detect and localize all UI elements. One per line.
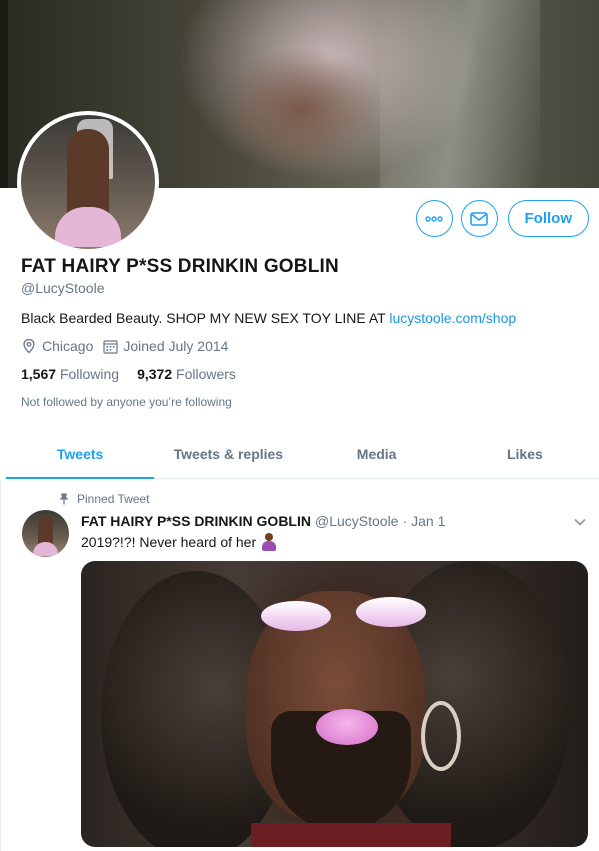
profile-meta: Chicago Joined July 2014 [21,338,581,354]
tweet-body: 2019?!?! Never heard of her [81,534,257,550]
followers-count: 9,372 [137,366,173,382]
tab-likes[interactable]: Likes [451,430,599,478]
pin-icon [59,493,69,505]
calendar-icon [103,339,118,354]
profile-handle[interactable]: @LucyStoole [21,280,581,296]
tweet-avatar[interactable] [22,510,69,557]
avatar-image [21,115,155,249]
location-pin-icon [23,338,35,354]
followed-by-note: Not followed by anyone you’re following [21,395,232,409]
photo-collar [251,823,451,847]
pinned-label: Pinned Tweet [59,492,150,506]
envelope-icon [470,211,488,226]
tweet-menu-button[interactable] [574,513,586,529]
pinned-text: Pinned Tweet [77,492,150,506]
tab-tweets-replies[interactable]: Tweets & replies [154,430,302,478]
person-shrugging-emoji-icon [260,533,278,551]
profile-actions: Follow [415,200,589,237]
joined-item: Joined July 2014 [103,338,228,354]
profile-avatar[interactable] [17,111,159,253]
tab-media[interactable]: Media [303,430,451,478]
more-button[interactable] [415,200,453,237]
profile-info: FAT HAIRY P*SS DRINKIN GOBLIN @LucyStool… [21,256,581,409]
banner-edge [0,0,8,188]
follow-button[interactable]: Follow [507,200,589,237]
pinned-tweet[interactable]: Pinned Tweet FAT HAIRY P*SS DRINKIN GOBL… [0,480,599,851]
tweet-avatar-skirt [33,542,58,556]
tweet-author-name[interactable]: FAT HAIRY P*SS DRINKIN GOBLIN [81,513,311,529]
tweet-photo[interactable] [81,561,588,847]
photo-lips [316,709,378,745]
profile-name[interactable]: FAT HAIRY P*SS DRINKIN GOBLIN [21,256,581,278]
tweet-date[interactable]: Jan 1 [411,513,445,529]
location-text: Chicago [42,338,94,354]
following-label: Following [59,366,120,382]
profile-tabs: Tweets Tweets & replies Media Likes [6,430,599,479]
bio-link[interactable]: lucystoole.com/shop [389,310,516,326]
joined-text: Joined July 2014 [123,338,229,354]
followers-label: Followers [176,366,236,382]
chevron-down-icon [574,518,586,526]
location-item: Chicago [21,338,93,354]
banner-veil [380,0,540,188]
bio-text: Black Bearded Beauty. SHOP MY NEW SEX TO… [21,310,390,326]
followers-stat[interactable]: 9,372 Followers [137,366,236,382]
photo-eye-right [356,597,426,627]
tweet-author-handle[interactable]: @LucyStoole [315,513,398,529]
tweet-header: FAT HAIRY P*SS DRINKIN GOBLIN @LucyStool… [81,513,586,529]
following-stat[interactable]: 1,567 Following [21,366,119,382]
avatar-skirt [55,207,121,247]
photo-earring [421,701,461,771]
message-button[interactable] [460,200,498,237]
more-icon [425,215,443,222]
photo-eye-left [261,601,331,631]
following-count: 1,567 [21,366,57,382]
tab-tweets[interactable]: Tweets [6,430,155,479]
tweet-text: 2019?!?! Never heard of her [81,533,278,551]
profile-stats: 1,567 Following 9,372 Followers [21,366,581,382]
profile-bio: Black Bearded Beauty. SHOP MY NEW SEX TO… [21,310,581,326]
tweet-separator: · [402,513,408,529]
